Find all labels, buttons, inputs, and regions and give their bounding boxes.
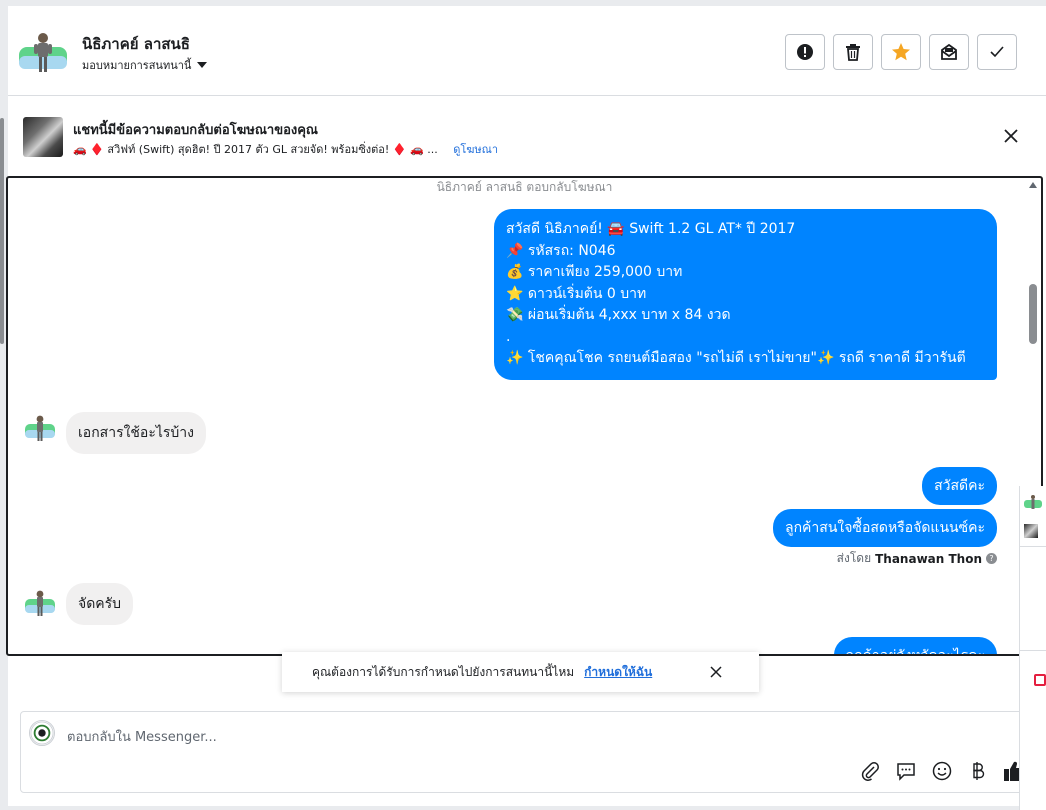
- saved-reply-button[interactable]: [895, 760, 917, 782]
- assign-conversation-dropdown[interactable]: มอบหมายการสนทนานี้: [82, 56, 208, 74]
- payment-button[interactable]: [967, 760, 989, 782]
- check-icon: [990, 46, 1004, 58]
- incoming-message: จัดครับ: [66, 583, 134, 625]
- sent-by-label: ส่งโดย: [836, 551, 872, 565]
- conversation-header: นิธิภาคย์ ลาสนธิ มอบหมายการสนทนานี้: [8, 6, 1046, 96]
- ad-message-line: สวัสดี นิธิภาคย์! 🚘 Swift 1.2 GL AT* ปี …: [506, 221, 796, 237]
- emoji-icon: [932, 761, 952, 781]
- left-scrollbar-thumb[interactable]: [0, 118, 4, 344]
- ad-banner-title: แชทนี้มีข้อความตอบกลับต่อโฆษณาของคุณ: [73, 123, 318, 138]
- ad-thumbnail[interactable]: [23, 117, 63, 157]
- contact-avatar-small: [25, 590, 55, 616]
- close-icon[interactable]: [709, 665, 723, 679]
- star-button[interactable]: [881, 34, 921, 70]
- ad-reply-banner: แชทนี้มีข้อความตอบกลับต่อโฆษณาของคุณ 🚗 ♦…: [8, 97, 1046, 177]
- ad-message-line: ⭐ ดาวน์เริ่มต้น 0 บาท: [506, 285, 647, 302]
- assign-label: มอบหมายการสนทนานี้: [82, 59, 192, 72]
- ad-message-bubble: สวัสดี นิธิภาคย์! 🚘 Swift 1.2 GL AT* ปี …: [494, 209, 997, 380]
- page-avatar: [29, 720, 55, 746]
- close-icon[interactable]: [1002, 127, 1020, 145]
- list-thumbnail: [1024, 524, 1038, 538]
- ad-message-line: 📌 รหัสรถ: N046: [506, 242, 616, 259]
- caret-down-icon: [197, 62, 208, 68]
- ad-banner-text: 🚗 ♦️ สวิฟท์ (Swift) สุดฮิต! ปี 2017 ตัว …: [73, 143, 438, 156]
- mark-unread-button[interactable]: [929, 34, 969, 70]
- contact-avatar-small: [25, 415, 55, 441]
- ad-banner-text-row: 🚗 ♦️ สวิฟท์ (Swift) สุดฮิต! ปี 2017 ตัว …: [73, 140, 498, 158]
- sent-by-info: ส่งโดย Thanawan Thon ?: [837, 549, 997, 568]
- sent-by-name: Thanawan Thon: [875, 551, 982, 566]
- side-conversation-list[interactable]: [1019, 486, 1046, 810]
- trash-icon: [846, 44, 860, 61]
- baht-icon: [973, 762, 985, 780]
- thread-scrollbar-thumb[interactable]: [1029, 284, 1037, 344]
- contact-avatar[interactable]: [19, 30, 67, 74]
- saved-reply-icon: [897, 763, 915, 781]
- ad-message-line: ✨ โชคคุณโชค รถยนต์มือสอง "รถไม่ดี เราไม่…: [506, 350, 966, 366]
- scroll-up-arrow-icon[interactable]: [1029, 182, 1037, 188]
- outgoing-message: ลูกค้าอยู่จังหวัดอะไรคะ: [833, 637, 997, 654]
- ad-message-line: 💸 ผ่อนเริ่มต้น 4,xxx บาท x 84 งวด: [506, 307, 731, 323]
- reply-input[interactable]: ตอบกลับใน Messenger...: [67, 726, 217, 747]
- composer-tools: [859, 760, 1025, 782]
- alert-icon: [797, 44, 813, 60]
- report-button[interactable]: [785, 34, 825, 70]
- header-actions: [785, 34, 1017, 70]
- done-button[interactable]: [977, 34, 1017, 70]
- reply-composer: ตอบกลับใน Messenger...: [20, 711, 1038, 793]
- list-divider: [1020, 546, 1046, 547]
- ad-message-line: 💰 ราคาเพียง 259,000 บาท: [506, 264, 683, 280]
- ad-reply-note: นิธิภาคย์ ลาสนธิ ตอบกลับโฆษณา: [436, 180, 613, 194]
- assign-to-me-link[interactable]: กำหนดให้ฉัน: [584, 663, 652, 682]
- star-icon: [892, 43, 910, 61]
- attach-button[interactable]: [859, 760, 881, 782]
- delete-button[interactable]: [833, 34, 873, 70]
- view-ad-link[interactable]: ดูโฆษณา: [453, 143, 498, 156]
- envelope-icon: [941, 43, 957, 60]
- attach-icon: [861, 762, 879, 781]
- list-avatar: [1024, 495, 1042, 509]
- contact-name[interactable]: นิธิภาคย์ ลาสนธิ: [82, 32, 190, 56]
- assign-suggestion-text: คุณต้องการได้รับการกำหนดไปยังการสนทนานี้…: [312, 664, 575, 679]
- message-thread[interactable]: นิธิภาคย์ ลาสนธิ ตอบกลับโฆษณา สวัสดี นิธ…: [6, 176, 1043, 656]
- outgoing-message: ลูกค้าสนใจซื้อสดหรือจัดแนนซ์คะ: [773, 509, 997, 547]
- help-icon[interactable]: ?: [986, 553, 997, 564]
- list-divider: [1020, 650, 1046, 651]
- assign-suggestion-toast: คุณต้องการได้รับการกำหนดไปยังการสนทนานี้…: [282, 652, 759, 692]
- incoming-message: เอกสารใช้อะไรบ้าง: [66, 412, 207, 454]
- outgoing-message: สวัสดีคะ: [922, 467, 997, 505]
- emoji-button[interactable]: [931, 760, 953, 782]
- ad-message-line: .: [506, 328, 511, 345]
- alert-badge-icon: [1034, 674, 1046, 686]
